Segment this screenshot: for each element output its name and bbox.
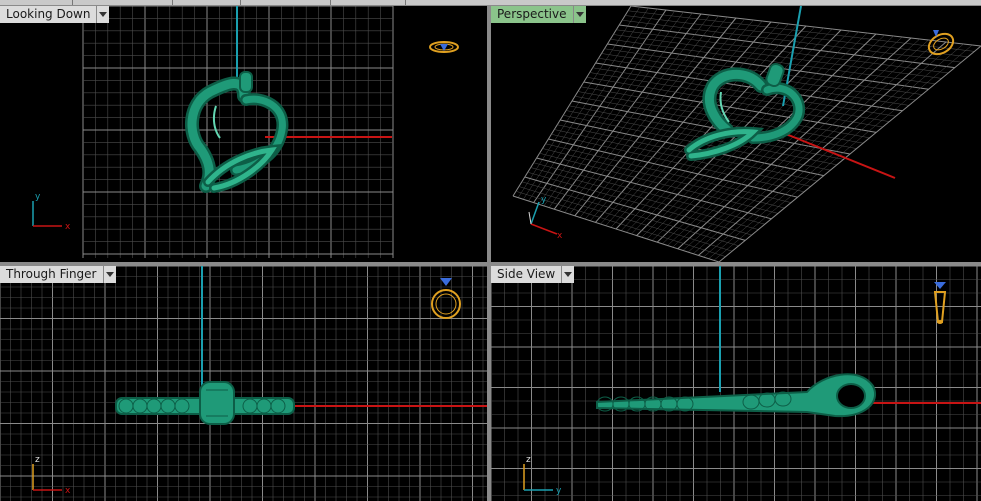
viewport-label-side-view[interactable]: Side View	[491, 266, 575, 283]
viewport-title: Through Finger	[0, 266, 103, 283]
ring-orientation-icon[interactable]	[429, 41, 459, 53]
dropdown-arrow-icon[interactable]	[102, 266, 116, 283]
pendant-side-profile-model[interactable]	[596, 373, 876, 418]
viewport-label-looking-down[interactable]: Looking Down	[0, 6, 110, 23]
axis-label-horizontal: x	[557, 231, 563, 241]
viewport-label-perspective[interactable]: Perspective	[491, 6, 586, 23]
viewport-through-finger[interactable]: z x Through Finger	[0, 266, 487, 501]
side-view-canvas[interactable]: z y	[491, 266, 981, 501]
through-finger-canvas[interactable]: z x	[0, 266, 487, 501]
ring-orientation-icon[interactable]	[431, 278, 461, 319]
viewport-label-through-finger[interactable]: Through Finger	[0, 266, 116, 283]
viewport-title: Looking Down	[0, 6, 97, 23]
axis-triad: z y	[523, 455, 562, 496]
viewport-looking-down[interactable]: y x Looking Down	[0, 6, 487, 262]
front-grid	[0, 266, 487, 501]
axis-label-vertical: z	[526, 455, 531, 465]
axis-label-vertical: y	[35, 192, 41, 202]
dropdown-arrow-icon[interactable]	[561, 266, 575, 283]
dropdown-arrow-icon[interactable]	[572, 6, 586, 23]
top-tab-strip	[0, 0, 981, 5]
ring-orientation-icon[interactable]	[925, 30, 957, 59]
axis-label-horizontal: x	[65, 222, 71, 232]
ring-orientation-icon[interactable]	[933, 282, 947, 324]
axis-label-vertical: z	[35, 455, 40, 465]
looking-down-canvas[interactable]: y x	[0, 6, 487, 262]
axis-label-horizontal: x	[65, 486, 71, 496]
side-grid	[491, 266, 981, 501]
axis-triad: y x	[32, 192, 71, 232]
viewport-title: Side View	[491, 266, 562, 283]
viewport-perspective[interactable]: y x Perspective	[491, 6, 981, 262]
axis-label-horizontal: y	[556, 486, 562, 496]
viewport-title: Perspective	[491, 6, 573, 23]
perspective-canvas[interactable]: y x	[491, 6, 981, 262]
pendant-edge-view-model[interactable]	[115, 381, 295, 425]
dropdown-arrow-icon[interactable]	[96, 6, 110, 23]
viewport-side-view[interactable]: z y Side View	[491, 266, 981, 501]
axis-label-vertical: y	[541, 195, 547, 205]
